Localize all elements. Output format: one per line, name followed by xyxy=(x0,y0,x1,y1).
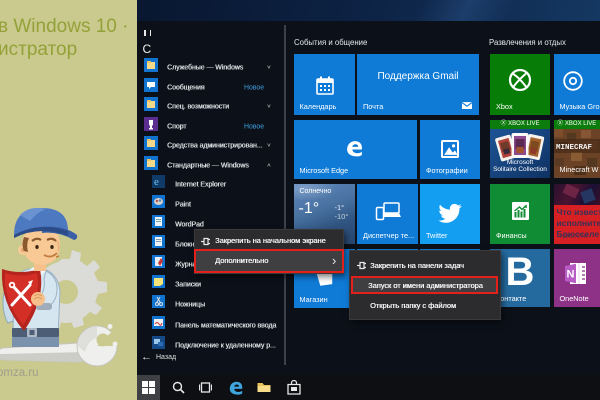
svg-text:N: N xyxy=(566,268,574,280)
svg-text:e: e xyxy=(154,176,159,188)
svg-text:MINECRAF: MINECRAF xyxy=(556,144,593,152)
